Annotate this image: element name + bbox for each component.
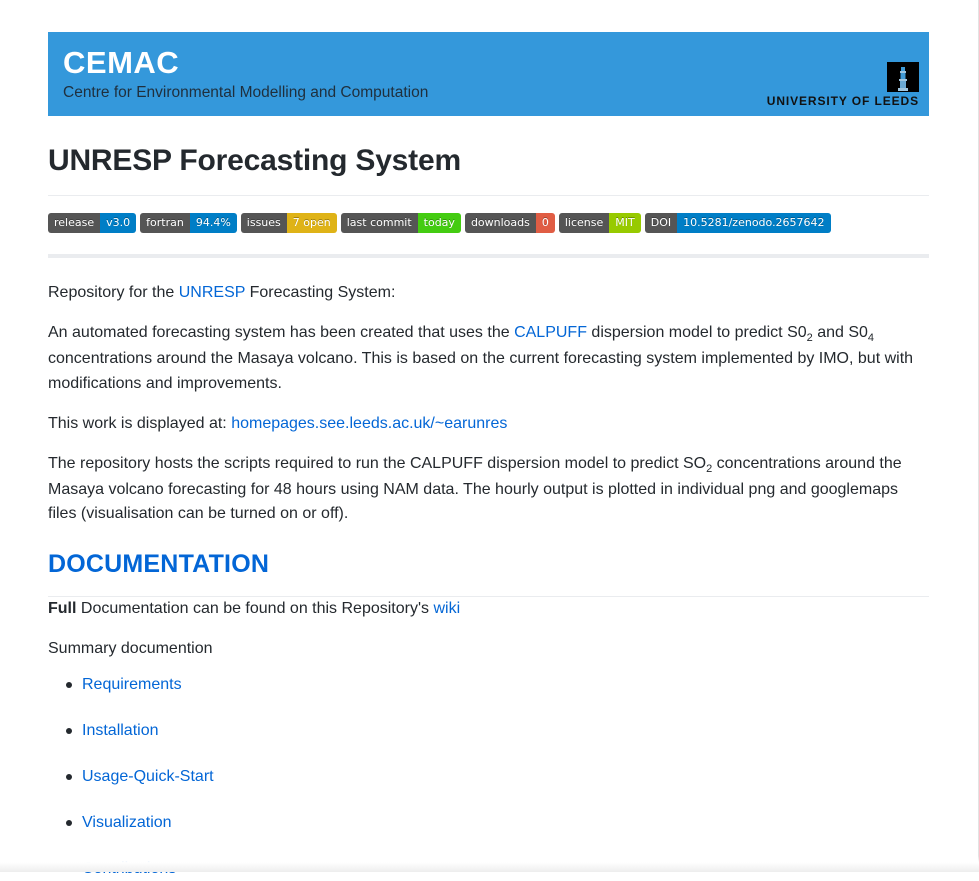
doc-link-requirements[interactable]: Requirements	[82, 676, 182, 693]
paragraph-automated-system: An automated forecasting system has been…	[48, 321, 929, 396]
list-item: Usage-Quick-Start	[66, 765, 929, 789]
badge-fortran-value: 94.4%	[189, 213, 237, 233]
badge-fortran[interactable]: fortran 94.4%	[140, 213, 237, 233]
badge-downloads-value: 0	[535, 213, 555, 233]
documentation-section: DOCUMENTATION Full Documentation can be …	[48, 550, 929, 881]
list-item: Visualization	[66, 811, 929, 835]
badge-doi-label: DOI	[644, 213, 678, 233]
badge-downloads[interactable]: downloads 0	[464, 213, 555, 233]
badge-last-commit[interactable]: last commit today	[340, 213, 461, 233]
title-divider	[48, 195, 929, 196]
repo-intro-suffix: Forecasting System:	[245, 284, 396, 301]
page-title: UNRESP Forecasting System	[48, 144, 461, 177]
badge-last-commit-value: today	[417, 213, 461, 233]
badge-doi[interactable]: DOI 10.5281/zenodo.2657642	[644, 213, 831, 233]
readme-content: CEMAC Centre for Environmental Modelling…	[48, 0, 929, 881]
so4-subscript: 4	[867, 332, 875, 345]
badge-fortran-label: fortran	[140, 213, 190, 233]
cemac-banner: CEMAC Centre for Environmental Modelling…	[48, 32, 929, 116]
full-rest-text: Documentation can be found on this Repos…	[76, 599, 434, 617]
automated-text-3: and S0	[812, 324, 868, 342]
badge-release-value: v3.0	[100, 213, 137, 233]
badge-issues-value: 7 open	[286, 213, 337, 233]
list-item: Installation	[66, 719, 929, 743]
list-item: Contributions	[66, 857, 929, 881]
doc-link-contributions[interactable]: Contributions	[82, 860, 176, 877]
doc-link-installation[interactable]: Installation	[82, 722, 159, 739]
list-item: Requirements	[66, 673, 929, 697]
cemac-banner-text: CEMAC Centre for Environmental Modelling…	[48, 47, 428, 101]
badge-issues[interactable]: issues 7 open	[240, 213, 337, 233]
leeds-tower-icon	[887, 62, 919, 92]
automated-text-4: concentrations around the Masaya volcano…	[48, 350, 914, 392]
paragraph-displayed-at: This work is displayed at: homepages.see…	[48, 412, 929, 436]
badge-last-commit-label: last commit	[340, 213, 418, 233]
badge-downloads-label: downloads	[464, 213, 536, 233]
repo-intro-prefix: Repository for the	[48, 284, 179, 301]
doc-link-visualization[interactable]: Visualization	[82, 814, 172, 831]
badge-row: release v3.0 fortran 94.4% issues 7 open…	[48, 213, 929, 233]
badge-release[interactable]: release v3.0	[48, 213, 137, 233]
full-bold-text: Full	[48, 599, 77, 617]
leeds-logo-text: UNIVERSITY OF LEEDS	[766, 94, 919, 108]
unresp-link[interactable]: UNRESP	[179, 284, 245, 301]
paragraph-full-documentation: Full Documentation can be found on this …	[48, 597, 929, 621]
documentation-list: Requirements Installation Usage-Quick-St…	[48, 673, 929, 881]
automated-text-2: dispersion model to predict S0	[586, 324, 807, 342]
doc-link-usage-quick-start[interactable]: Usage-Quick-Start	[82, 768, 214, 785]
homepages-link[interactable]: homepages.see.leeds.ac.uk/~earunres	[231, 415, 507, 432]
cemac-subtitle: Centre for Environmental Modelling and C…	[63, 83, 429, 101]
displayed-prefix: This work is displayed at:	[48, 414, 232, 432]
intro-section: Repository for the UNRESP Forecasting Sy…	[48, 281, 929, 527]
badges-divider	[48, 254, 929, 258]
badge-issues-label: issues	[240, 213, 287, 233]
badge-release-label: release	[48, 213, 101, 233]
cemac-title: CEMAC	[63, 45, 180, 81]
badge-doi-value: 10.5281/zenodo.2657642	[677, 213, 831, 233]
badge-license-value: MIT	[609, 213, 641, 233]
automated-text-1: An automated forecasting system has been…	[48, 324, 515, 342]
paragraph-repository-hosts: The repository hosts the scripts require…	[48, 452, 929, 527]
left-gutter	[0, 0, 18, 872]
documentation-heading: DOCUMENTATION	[48, 549, 270, 578]
paragraph-summary-documentation: Summary documention	[48, 640, 213, 657]
wiki-link[interactable]: wiki	[433, 600, 460, 617]
university-of-leeds-logo: UNIVERSITY OF LEEDS	[767, 62, 919, 108]
paragraph-repository-intro: Repository for the UNRESP Forecasting Sy…	[48, 281, 929, 305]
badge-license[interactable]: license MIT	[558, 213, 641, 233]
hosts-text-1: The repository hosts the scripts require…	[48, 455, 707, 473]
badge-license-label: license	[558, 213, 610, 233]
calpuff-link[interactable]: CALPUFF	[514, 324, 587, 341]
